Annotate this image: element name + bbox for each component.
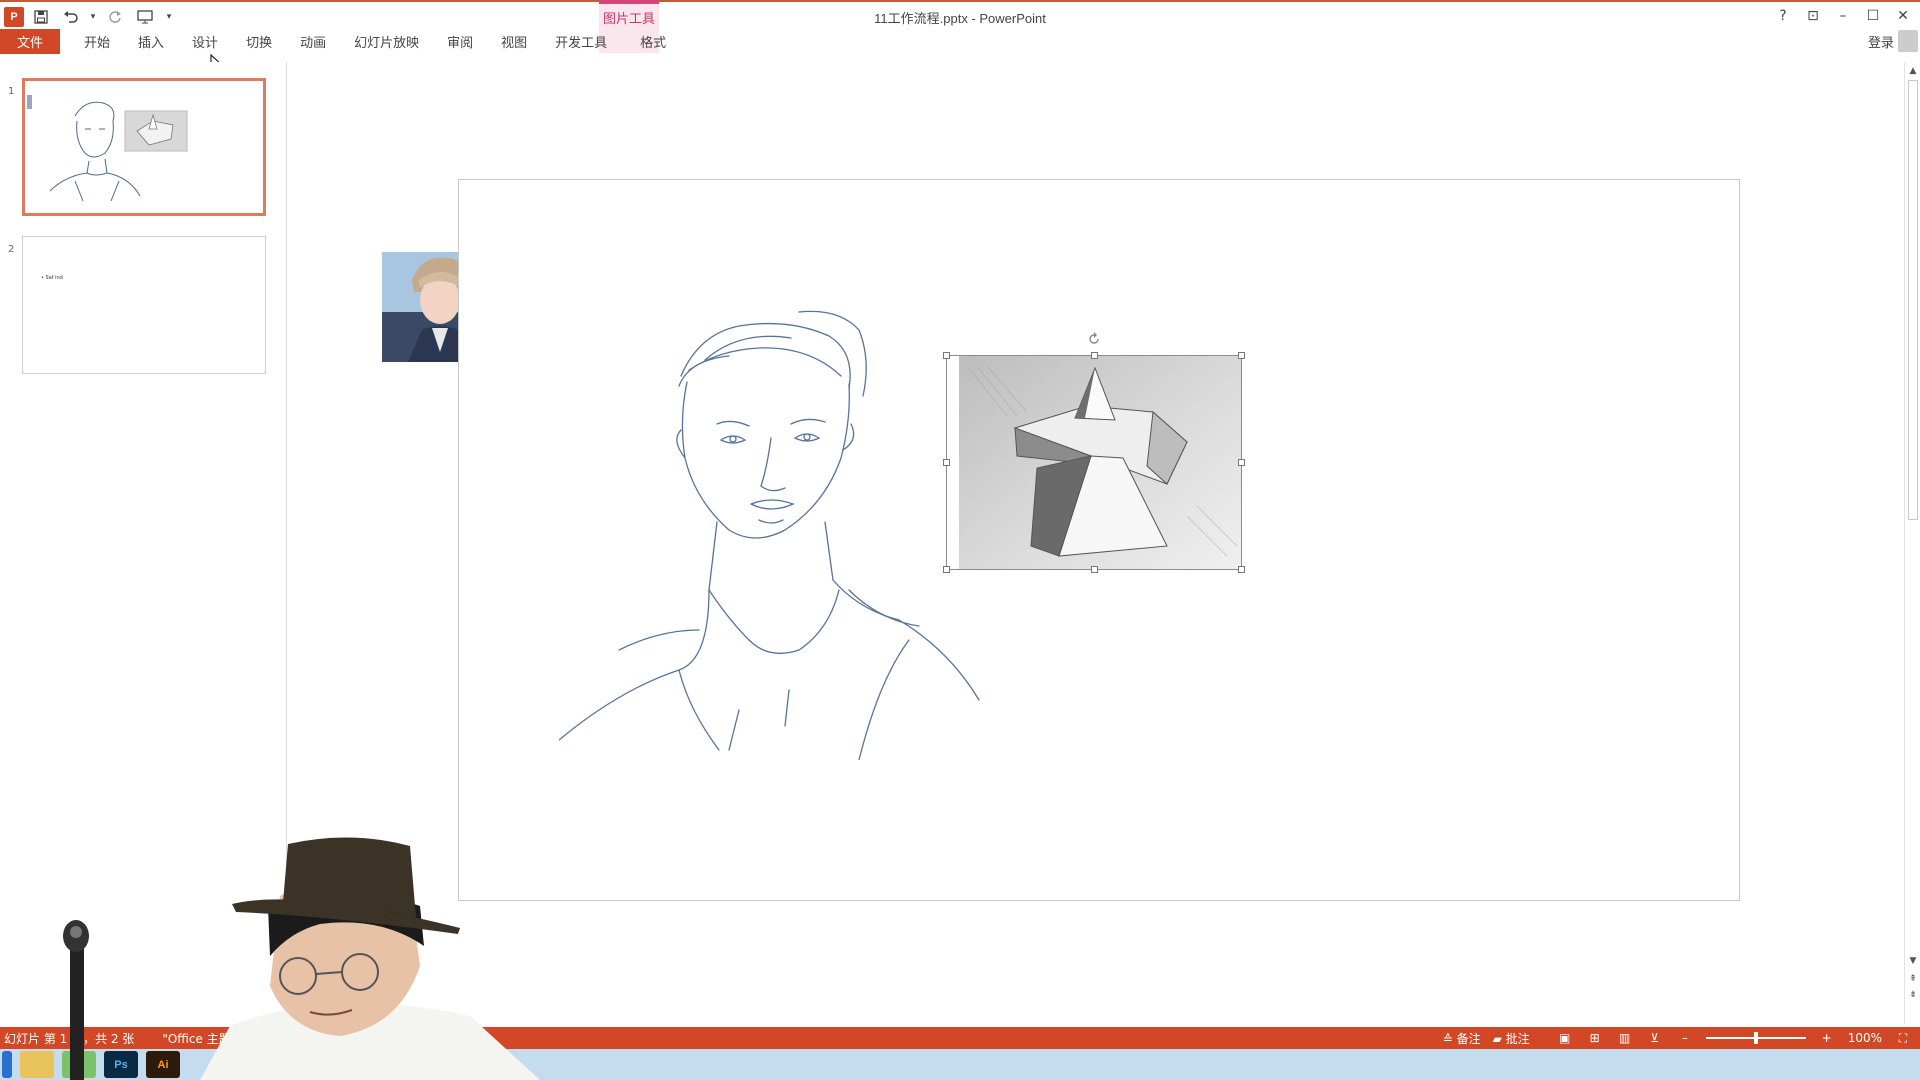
- selected-picture[interactable]: [943, 332, 1245, 573]
- start-from-beginning-button[interactable]: [132, 4, 158, 30]
- line-drawing[interactable]: [559, 290, 999, 760]
- rotate-handle-icon[interactable]: [1087, 332, 1101, 346]
- zoom-slider[interactable]: [1705, 1030, 1806, 1046]
- vertical-scrollbar[interactable]: ▲ ▼ ⇞ ⇟: [1904, 62, 1920, 1024]
- undo-dropdown[interactable]: ▾: [88, 4, 98, 30]
- resize-handle[interactable]: [1091, 566, 1098, 573]
- fit-slide-icon[interactable]: ⛶: [1894, 1030, 1912, 1046]
- tab-slideshow[interactable]: 幻灯片放映: [340, 29, 433, 54]
- window-controls: ? ⊡ – ☐ ✕: [1770, 4, 1916, 28]
- tab-transitions[interactable]: 切换: [232, 29, 286, 54]
- slide-number: 2: [8, 244, 15, 255]
- tab-developer[interactable]: 开发工具: [541, 29, 621, 54]
- tab-home[interactable]: 开始: [70, 29, 124, 54]
- powerpoint-logo-icon: P: [4, 6, 24, 27]
- resize-handle[interactable]: [1238, 352, 1245, 359]
- resize-handle[interactable]: [1238, 566, 1245, 573]
- title-bar: P ▾ ▾ 11工作流程.pptx - PowerPoint ? ⊡ – ☐ ✕: [0, 0, 1920, 31]
- sign-in-link[interactable]: 登录: [1868, 32, 1894, 51]
- zoom-knob[interactable]: [1753, 1032, 1758, 1044]
- powerpoint-window: P ▾ ▾ 11工作流程.pptx - PowerPoint ? ⊡ – ☐ ✕: [0, 0, 1920, 1080]
- resize-handle[interactable]: [943, 566, 950, 573]
- zoom-out-button[interactable]: –: [1676, 1030, 1694, 1046]
- customize-qat-button[interactable]: ▾: [162, 4, 176, 30]
- window-title: 11工作流程.pptx - PowerPoint: [874, 11, 1046, 26]
- thumbnail-sketch: [27, 95, 188, 202]
- tab-animations[interactable]: 动画: [286, 29, 340, 54]
- slideshow-view-icon[interactable]: ⊻: [1646, 1030, 1664, 1046]
- maximize-button[interactable]: ☐: [1860, 4, 1886, 28]
- status-right-controls: ≙ 备注 ▰ 批注 ▣ ⊞ ▥ ⊻ – + 100% ⛶: [1443, 1027, 1912, 1049]
- save-button[interactable]: [28, 4, 54, 30]
- pencil-sketch-image: [959, 356, 1241, 569]
- resize-handle[interactable]: [1091, 352, 1098, 359]
- next-slide-button[interactable]: ⇟: [1905, 988, 1920, 1002]
- help-button[interactable]: ?: [1770, 4, 1796, 28]
- redo-button[interactable]: [102, 4, 128, 30]
- slide-thumbnail-1[interactable]: [22, 78, 266, 216]
- tab-insert[interactable]: 插入: [124, 29, 178, 54]
- webcam-overlay: [63, 837, 540, 1080]
- redo-icon: [109, 10, 121, 23]
- normal-view-icon[interactable]: ▣: [1556, 1030, 1574, 1046]
- slide-canvas[interactable]: [458, 179, 1740, 901]
- slide-number: 1: [8, 86, 15, 97]
- zoom-level[interactable]: 100%: [1848, 1031, 1882, 1045]
- save-icon: [34, 9, 48, 24]
- slideshow-icon: [137, 9, 153, 23]
- slide-thumbnail-2[interactable]: • Saf ind: [22, 236, 266, 374]
- tab-design[interactable]: 设计: [178, 29, 232, 54]
- account-avatar-icon[interactable]: [1898, 30, 1918, 52]
- reading-view-icon[interactable]: ▥: [1616, 1030, 1634, 1046]
- close-button[interactable]: ✕: [1890, 4, 1916, 28]
- tab-view[interactable]: 视图: [487, 29, 541, 54]
- tab-file[interactable]: 文件: [0, 29, 61, 54]
- thumbnail-bullet-text: • Saf ind: [41, 275, 63, 281]
- zoom-in-button[interactable]: +: [1818, 1030, 1836, 1046]
- scroll-down-button[interactable]: ▼: [1905, 954, 1920, 968]
- comments-button[interactable]: ▰ 批注: [1493, 1030, 1530, 1047]
- notes-label: 备注: [1456, 1031, 1481, 1046]
- tab-format[interactable]: 格式: [621, 29, 685, 54]
- undo-icon: [64, 10, 78, 23]
- comments-label: 批注: [1505, 1031, 1530, 1046]
- resize-handle[interactable]: [1238, 459, 1245, 466]
- ribbon-display-options-button[interactable]: ⊡: [1800, 4, 1826, 28]
- notes-button[interactable]: ≙ 备注: [1443, 1030, 1481, 1047]
- ribbon-tabs: 文件 开始 插入 设计 切换 动画 幻灯片放映 审阅 视图 开发工具 格式: [0, 29, 685, 54]
- picture-tools-label: 图片工具: [602, 12, 655, 27]
- previous-slide-button[interactable]: ⇞: [1905, 972, 1920, 986]
- slide-sorter-view-icon[interactable]: ⊞: [1586, 1030, 1604, 1046]
- undo-button[interactable]: [58, 4, 84, 30]
- scroll-up-button[interactable]: ▲: [1905, 64, 1920, 78]
- tab-review[interactable]: 审阅: [433, 29, 487, 54]
- resize-handle[interactable]: [943, 459, 950, 466]
- scroll-thumb[interactable]: [1908, 80, 1918, 520]
- quick-access-toolbar: P ▾ ▾: [0, 2, 176, 31]
- minimize-button[interactable]: –: [1830, 4, 1856, 28]
- resize-handle[interactable]: [943, 352, 950, 359]
